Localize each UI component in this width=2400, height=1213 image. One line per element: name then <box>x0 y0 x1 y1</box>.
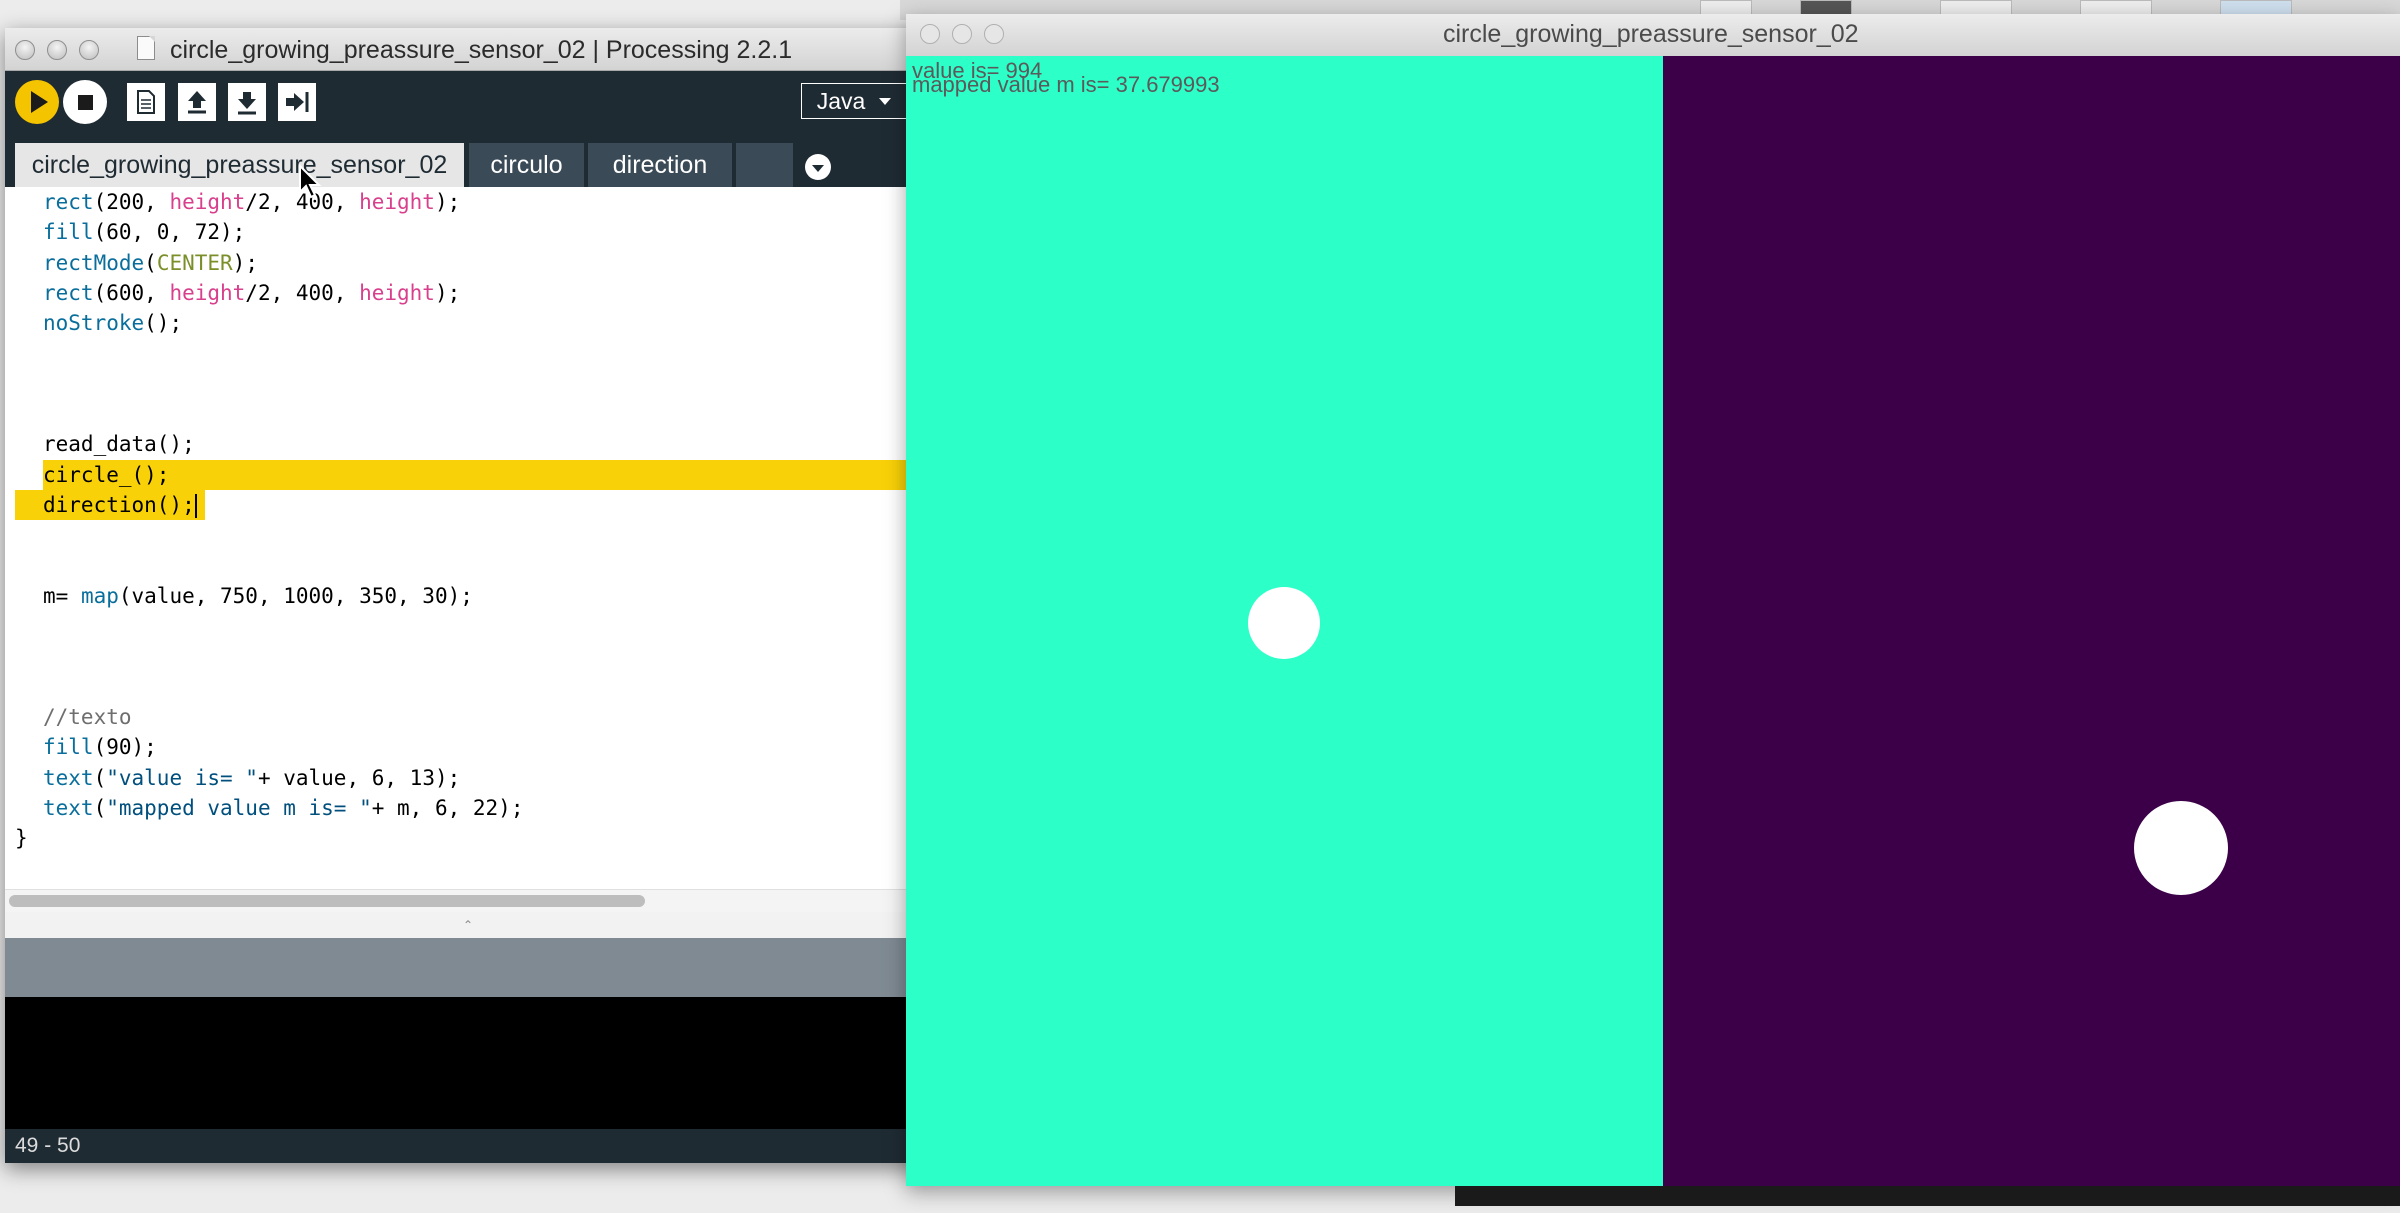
tab-direction[interactable]: direction <box>588 143 732 188</box>
sketch-window: circle_growing_preassure_sensor_02 value… <box>906 14 2400 1186</box>
play-icon <box>31 91 48 113</box>
code-line-text: text("mapped value m is= "+ m, 6, 22); <box>43 795 524 820</box>
code-line[interactable] <box>5 611 911 641</box>
save-arrow-down-icon <box>238 92 256 115</box>
new-sketch-button[interactable] <box>127 83 165 121</box>
code-line-text: rect(600, height/2, 400, height); <box>43 280 461 305</box>
code-line[interactable]: } <box>5 823 911 853</box>
mouse-cursor-icon <box>299 164 322 199</box>
code-line-text: //texto <box>43 705 132 730</box>
code-line[interactable] <box>5 338 911 368</box>
message-area <box>5 938 933 997</box>
mode-label: Java <box>816 87 866 114</box>
editor-titlebar[interactable]: circle_growing_preassure_sensor_02 | Pro… <box>5 28 933 71</box>
code-line-text: m= map(value, 750, 1000, 350, 30); <box>43 583 473 608</box>
open-button[interactable] <box>178 83 216 121</box>
mode-selector[interactable]: Java <box>801 83 907 119</box>
code-editor[interactable]: rect(200, height/2, 400, height); fill(6… <box>5 187 933 912</box>
mapped-value-readout: mapped value m is= 37.679993 <box>912 72 1220 97</box>
tab-empty[interactable] <box>736 143 793 188</box>
stop-icon <box>77 94 93 110</box>
code-line[interactable]: text("mapped value m is= "+ m, 6, 22); <box>5 793 911 823</box>
stop-button[interactable] <box>63 80 107 124</box>
code-text[interactable]: rect(200, height/2, 400, height); fill(6… <box>5 187 911 854</box>
code-line-selected[interactable]: direction(); <box>5 489 911 521</box>
export-arrow-right-icon <box>286 92 309 112</box>
code-line-text: circle_(); <box>43 462 170 487</box>
window-controls <box>920 24 1004 44</box>
code-line-text: fill(90); <box>43 735 157 760</box>
window-controls <box>15 40 99 60</box>
code-line[interactable]: noStroke(); <box>5 308 911 338</box>
code-line-text: read_data(); <box>43 432 195 457</box>
code-line-text: direction(); <box>43 492 197 518</box>
right-panel <box>1663 56 2400 1186</box>
code-line[interactable] <box>5 520 911 550</box>
export-button[interactable] <box>278 83 316 121</box>
code-line-text: text("value is= "+ value, 6, 13); <box>43 765 461 790</box>
code-line[interactable] <box>5 672 911 702</box>
direction-circle <box>2134 801 2228 895</box>
editor-toolbar: Java <box>5 71 933 133</box>
code-line[interactable]: rectMode(CENTER); <box>5 248 911 278</box>
tab-main-sketch[interactable]: circle_growing_preassure_sensor_02 <box>15 143 464 188</box>
run-button[interactable] <box>15 80 59 124</box>
tab-bar: circle_growing_preassure_sensor_02 circu… <box>5 133 933 188</box>
minimize-window-button[interactable] <box>952 24 972 44</box>
zoom-window-button[interactable] <box>79 40 99 60</box>
desktop-bottom-edge <box>1455 1186 2400 1206</box>
code-line[interactable]: m= map(value, 750, 1000, 350, 30); <box>5 581 911 611</box>
code-line-text: noStroke(); <box>43 311 183 336</box>
open-arrow-up-icon <box>188 91 206 114</box>
code-line[interactable]: read_data(); <box>5 429 911 459</box>
code-line-text: rect(200, height/2, 400, height); <box>43 190 461 214</box>
save-button[interactable] <box>228 83 266 121</box>
splitter-grip-icon: ⌃ <box>463 918 474 932</box>
code-line-text: } <box>15 826 28 851</box>
code-line[interactable] <box>5 399 911 429</box>
code-line-text: fill(60, 0, 72); <box>43 220 246 245</box>
code-line[interactable]: fill(60, 0, 72); <box>5 217 911 247</box>
code-line[interactable] <box>5 551 911 581</box>
new-sketch-icon <box>137 90 155 114</box>
document-icon <box>137 36 155 60</box>
chevron-down-icon <box>879 97 892 105</box>
code-line[interactable]: fill(90); <box>5 732 911 762</box>
tab-menu-button[interactable] <box>805 154 831 180</box>
code-line[interactable] <box>5 641 911 671</box>
sketch-canvas[interactable]: value is= 994 mapped value m is= 37.6799… <box>906 56 2400 1186</box>
code-line-text: rectMode(CENTER); <box>43 250 258 275</box>
code-line[interactable]: rect(600, height/2, 400, height); <box>5 278 911 308</box>
tab-circulo[interactable]: circulo <box>469 143 584 188</box>
code-line[interactable]: rect(200, height/2, 400, height); <box>5 187 911 217</box>
growing-circle <box>1248 587 1320 659</box>
console-output[interactable] <box>5 997 933 1129</box>
chevron-down-icon <box>812 165 824 172</box>
code-line[interactable] <box>5 369 911 399</box>
horizontal-scrollbar[interactable] <box>9 895 645 907</box>
line-number-bar: 49 - 50 <box>5 1129 933 1163</box>
text-caret <box>194 493 197 518</box>
zoom-window-button[interactable] <box>984 24 1004 44</box>
processing-editor-window: circle_growing_preassure_sensor_02 | Pro… <box>5 28 933 1163</box>
close-window-button[interactable] <box>15 40 35 60</box>
line-indicator: 49 - 50 <box>15 1134 81 1157</box>
minimize-window-button[interactable] <box>47 40 67 60</box>
close-window-button[interactable] <box>920 24 940 44</box>
editor-title: circle_growing_preassure_sensor_02 | Pro… <box>170 36 793 64</box>
horizontal-scroll-track <box>5 889 911 912</box>
sketch-title: circle_growing_preassure_sensor_02 <box>1443 20 1859 48</box>
selection-highlight <box>43 459 911 490</box>
sketch-titlebar[interactable]: circle_growing_preassure_sensor_02 <box>906 14 2400 57</box>
console-splitter[interactable]: ⌃ <box>5 912 933 938</box>
code-line[interactable]: text("value is= "+ value, 6, 13); <box>5 763 911 793</box>
code-line-selected[interactable]: circle_(); <box>5 459 911 490</box>
code-line[interactable]: //texto <box>5 702 911 732</box>
